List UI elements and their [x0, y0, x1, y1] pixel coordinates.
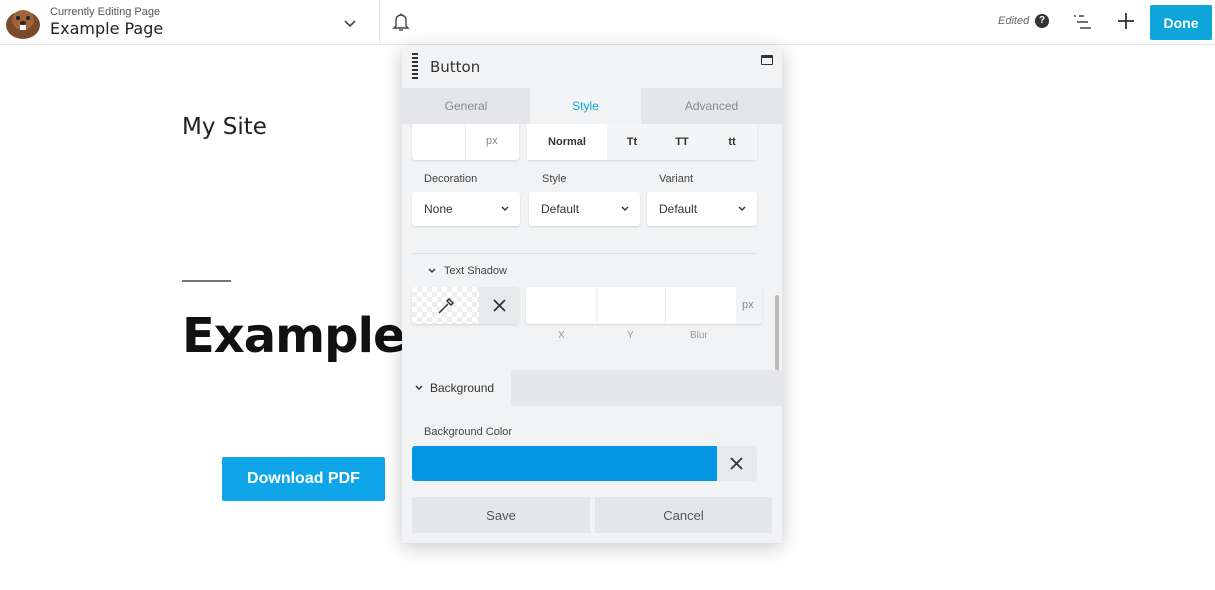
page-title-block[interactable]: Currently Editing Page Example Page	[50, 6, 163, 39]
cancel-button[interactable]: Cancel	[595, 497, 772, 533]
close-icon[interactable]	[493, 299, 506, 312]
chevron-down-icon	[501, 206, 509, 211]
shadow-unit: px	[742, 299, 754, 311]
decoration-select[interactable]: None	[412, 192, 520, 226]
style-value: Default	[541, 202, 580, 216]
transform-capitalize[interactable]: Tt	[607, 124, 657, 160]
button-settings-panel: Button General Style Advanced px Normal …	[402, 45, 782, 543]
tab-style[interactable]: Style	[530, 88, 641, 124]
drag-handle-icon[interactable]	[412, 53, 418, 81]
shadow-color-picker[interactable]	[412, 287, 519, 324]
tab-advanced[interactable]: Advanced	[641, 88, 782, 124]
style-label: Style	[542, 173, 567, 185]
close-icon	[730, 457, 743, 470]
background-section-header: Background	[402, 370, 782, 406]
variant-label: Variant	[659, 173, 694, 185]
background-color-swatch[interactable]	[412, 446, 717, 481]
done-button[interactable]: Done	[1150, 5, 1212, 40]
decoration-label: Decoration	[424, 173, 478, 185]
background-section-toggle[interactable]: Background	[402, 370, 511, 406]
shadow-x-label: X	[558, 330, 565, 341]
chevron-down-icon	[621, 206, 629, 211]
decoration-value: None	[424, 202, 453, 216]
panel-tabs: General Style Advanced	[402, 88, 782, 124]
shadow-blur-input[interactable]	[666, 287, 736, 324]
edited-status: Edited	[998, 15, 1030, 27]
shadow-x-input[interactable]	[526, 287, 596, 324]
text-shadow-label[interactable]: Text Shadow	[444, 265, 507, 277]
download-pdf-button[interactable]: Download PDF	[222, 457, 385, 501]
help-icon[interactable]: ?	[1035, 14, 1049, 28]
transform-normal[interactable]: Normal	[527, 124, 607, 160]
section-divider	[412, 253, 757, 254]
panel-scrollbar[interactable]	[775, 295, 779, 377]
beaver-logo-icon	[6, 10, 40, 39]
style-settings-scroll[interactable]: px Normal Tt TT tt Decoration Style Vari…	[402, 124, 782, 370]
chevron-down-icon[interactable]	[427, 266, 437, 276]
heading-rule	[182, 280, 231, 282]
maximize-icon[interactable]	[761, 55, 773, 65]
text-transform-group: Normal Tt TT tt	[527, 124, 757, 160]
variant-select[interactable]: Default	[647, 192, 757, 226]
shadow-y-input[interactable]	[597, 287, 665, 324]
transform-lowercase[interactable]: tt	[707, 124, 757, 160]
eyedropper-icon[interactable]	[436, 296, 456, 316]
page-title: Example Page	[50, 19, 164, 38]
variant-value: Default	[659, 202, 698, 216]
font-size-field[interactable]: px	[412, 124, 519, 160]
page-heading[interactable]: Example Page	[182, 308, 402, 364]
chevron-down-icon	[738, 206, 746, 211]
chevron-down-icon	[415, 385, 423, 390]
save-button[interactable]: Save	[412, 497, 590, 533]
chevron-down-icon[interactable]	[341, 14, 359, 32]
background-section-label: Background	[430, 381, 495, 395]
top-bar: Currently Editing Page Example Page Edit…	[0, 0, 1215, 45]
bell-icon[interactable]	[392, 12, 410, 32]
style-select[interactable]: Default	[529, 192, 640, 226]
editing-subtitle: Currently Editing Page	[50, 6, 161, 18]
clear-background-color-button[interactable]	[717, 446, 757, 481]
outline-list-icon[interactable]	[1072, 13, 1092, 31]
background-color-label: Background Color	[424, 426, 513, 438]
site-name[interactable]: My Site	[182, 114, 267, 140]
divider	[379, 0, 380, 45]
shadow-blur-label: Blur	[690, 330, 708, 341]
panel-title: Button	[430, 58, 481, 76]
plus-icon[interactable]	[1116, 11, 1136, 31]
panel-header[interactable]: Button	[402, 45, 782, 88]
transform-uppercase[interactable]: TT	[657, 124, 707, 160]
font-size-unit: px	[486, 135, 498, 147]
shadow-y-label: Y	[627, 330, 634, 341]
shadow-offset-fields: px	[526, 287, 762, 324]
tab-general[interactable]: General	[402, 88, 530, 124]
